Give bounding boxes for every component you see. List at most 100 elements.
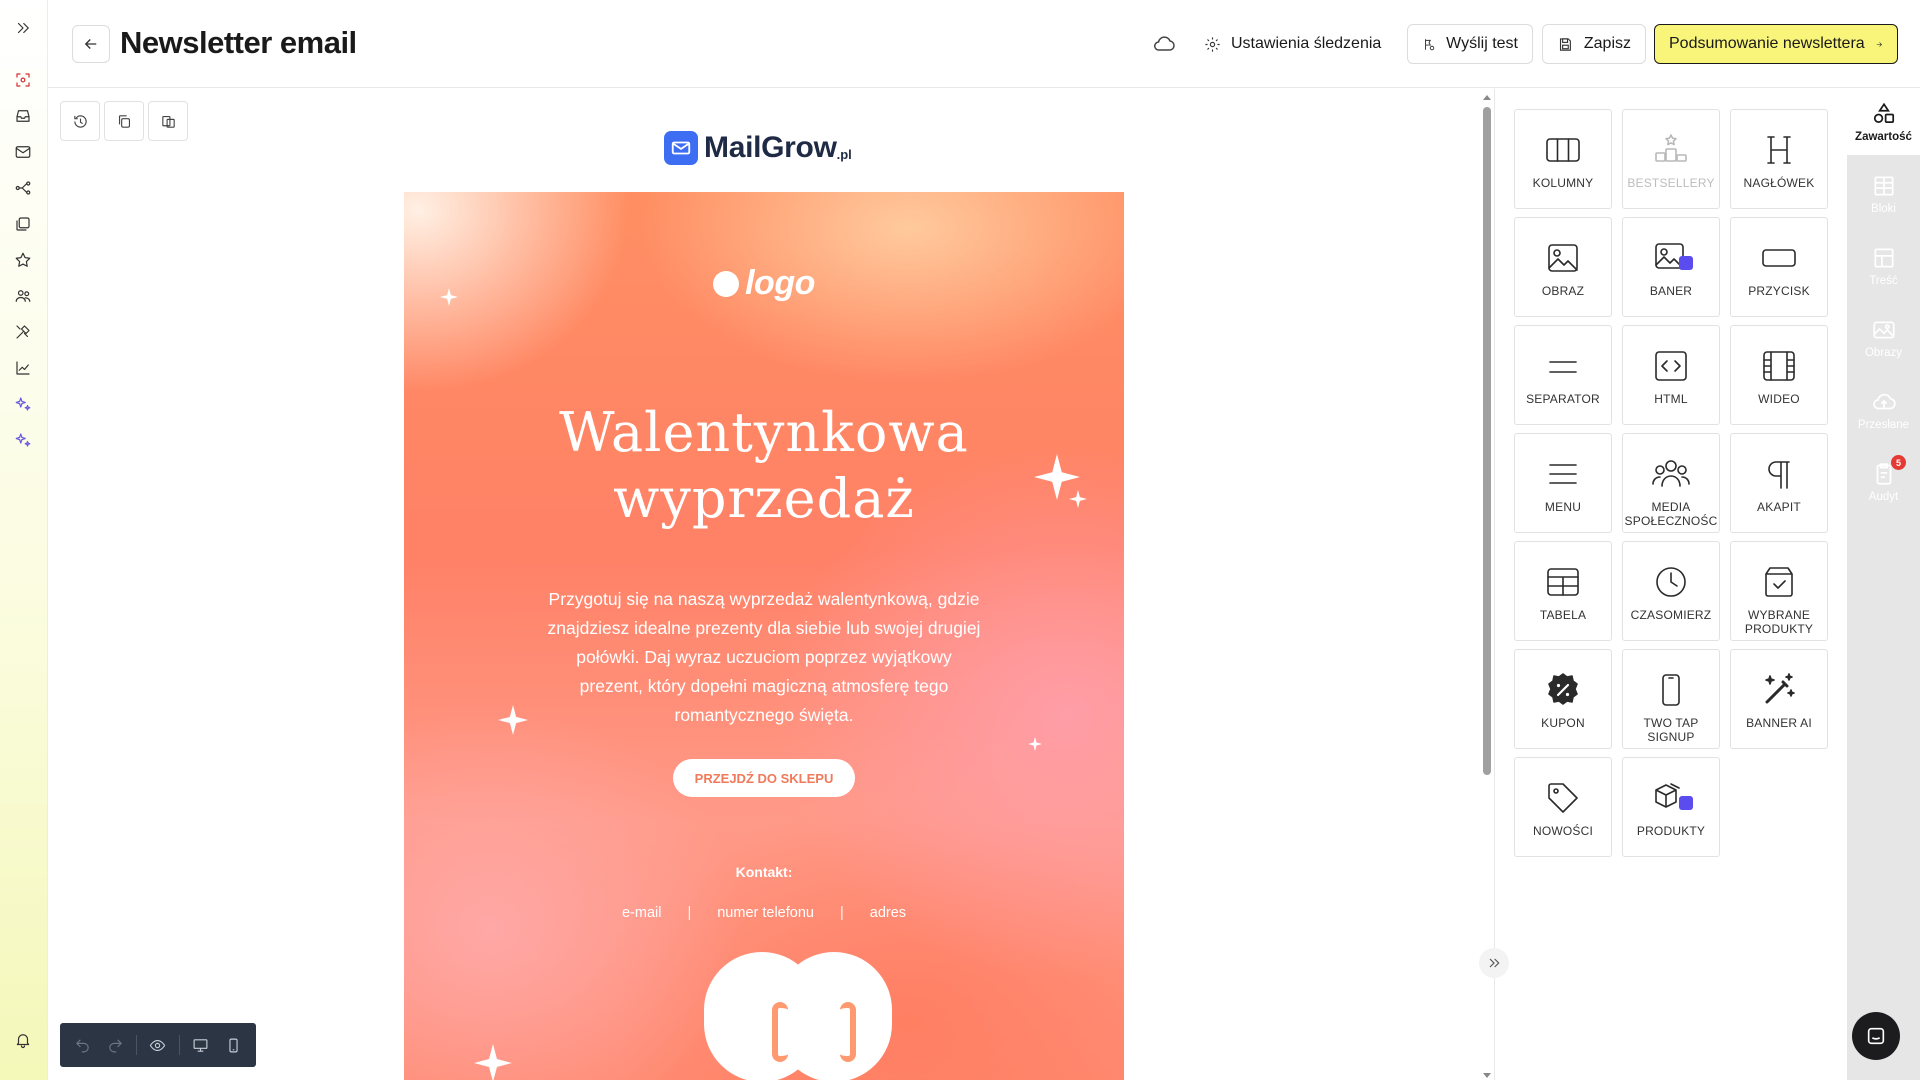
block-selected-products[interactable]: WYBRANE PRODUKTY: [1730, 541, 1828, 641]
tab-images[interactable]: Obrazy: [1847, 305, 1920, 371]
copy-button[interactable]: [104, 101, 144, 141]
block-bestsellers[interactable]: BESTSELLERY: [1622, 109, 1720, 209]
star-icon[interactable]: [12, 249, 34, 271]
block-columns[interactable]: KOLUMNY: [1514, 109, 1612, 209]
block-label: PRZYCISK: [1748, 284, 1810, 298]
block-banner[interactable]: BANER: [1622, 217, 1720, 317]
block-label: NOWOŚCI: [1532, 824, 1594, 838]
analytics-icon[interactable]: [12, 357, 34, 379]
tab-blocks[interactable]: Bloki: [1847, 161, 1920, 227]
shapes-icon: [1873, 102, 1894, 123]
phone-icon: [1662, 674, 1680, 706]
block-coupon[interactable]: KUPON: [1514, 649, 1612, 749]
block-heading[interactable]: NAGŁÓWEK: [1730, 109, 1828, 209]
scrollbar-thumb[interactable]: [1483, 107, 1491, 775]
block-new-arrivals[interactable]: NOWOŚCI: [1514, 757, 1612, 857]
redo-icon: [109, 1038, 123, 1052]
cloud-sync-icon: [1152, 32, 1176, 56]
copy-icon: [118, 114, 130, 128]
tab-label: Treść: [1869, 275, 1898, 287]
block-image[interactable]: OBRAZ: [1514, 217, 1612, 317]
block-products[interactable]: PRODUKTY: [1622, 757, 1720, 857]
chat-icon: [1867, 1027, 1885, 1045]
block-paragraph[interactable]: AKAPIT: [1730, 433, 1828, 533]
tab-text[interactable]: Treść: [1847, 233, 1920, 299]
dashboard-icon[interactable]: [12, 69, 34, 91]
block-menu[interactable]: MENU: [1514, 433, 1612, 533]
email-body-text: Przygotuj się na naszą wyprzedaż walenty…: [547, 589, 981, 725]
tab-content[interactable]: Zawartość: [1847, 89, 1920, 155]
block-banner-ai[interactable]: BANNER AI: [1730, 649, 1828, 749]
send-test-icon: [1425, 38, 1435, 50]
button-icon: [1762, 249, 1796, 267]
plus-badge-icon: [1679, 256, 1693, 270]
save-label: Zapisz: [1583, 35, 1631, 52]
video-icon: [1763, 351, 1795, 381]
block-separator[interactable]: SEPARATOR: [1514, 325, 1612, 425]
scroll-up-arrow[interactable]: [1483, 95, 1491, 100]
html-icon: [1655, 351, 1687, 381]
newsletter-summary-button[interactable]: Podsumowanie newslettera: [1654, 24, 1898, 64]
contact-email[interactable]: e-mail: [622, 905, 661, 921]
tab-label: Zawartość: [1855, 131, 1912, 143]
contact-address[interactable]: adres: [870, 905, 906, 921]
sparkle-icon: [1028, 737, 1042, 756]
preview-button[interactable]: [143, 1030, 172, 1060]
contacts-icon[interactable]: [12, 285, 34, 307]
layout-icon: [1873, 248, 1894, 268]
contact-phone[interactable]: numer telefonu: [717, 905, 814, 921]
templates-icon[interactable]: [12, 213, 34, 235]
expand-icon[interactable]: [12, 17, 34, 39]
block-label: MEDIA SPOŁECZNOŚC: [1624, 500, 1718, 528]
ai-assistant-icon[interactable]: [12, 429, 34, 451]
decorative-shape: [772, 1002, 788, 1062]
left-navigation-rail: [0, 0, 48, 1080]
send-test-button[interactable]: Wyślij test: [1407, 24, 1533, 64]
scroll-down-arrow[interactable]: [1483, 1073, 1491, 1078]
inbox-icon[interactable]: [12, 105, 34, 127]
sparkle-icon: [474, 1044, 512, 1080]
redo-button[interactable]: [101, 1030, 130, 1060]
block-two-tap-signup[interactable]: TWO TAP SIGNUP: [1622, 649, 1720, 749]
email-logo-text: logo: [745, 264, 815, 302]
mobile-view-button[interactable]: [219, 1030, 248, 1060]
block-timer[interactable]: CZASOMIERZ: [1622, 541, 1720, 641]
ai-sparkle-icon[interactable]: [12, 393, 34, 415]
collapse-panel-button[interactable]: [1479, 948, 1509, 978]
undo-button[interactable]: [68, 1030, 97, 1060]
tools-icon[interactable]: [12, 321, 34, 343]
canvas-scrollbar[interactable]: [1482, 95, 1492, 1080]
double-chevron-right-icon: [1489, 958, 1500, 968]
save-button[interactable]: Zapisz: [1542, 24, 1646, 64]
block-social-media[interactable]: MEDIA SPOŁECZNOŚC: [1622, 433, 1720, 533]
email-preview[interactable]: logo Walentynkowa wyprzedaż Przygotuj si…: [404, 192, 1124, 1080]
heading-icon: [1767, 136, 1791, 164]
block-table[interactable]: TABELA: [1514, 541, 1612, 641]
block-label: CZASOMIERZ: [1630, 608, 1712, 622]
tab-audit[interactable]: 5 Audyt: [1847, 449, 1920, 515]
brand-logo: MailGrow .pl: [664, 131, 852, 165]
block-label: KOLUMNY: [1532, 176, 1594, 190]
canvas-toolbar: [60, 101, 188, 141]
history-button[interactable]: [60, 101, 100, 141]
block-label: NAGŁÓWEK: [1743, 176, 1815, 190]
images-icon: [1872, 321, 1895, 339]
block-button[interactable]: PRZYCISK: [1730, 217, 1828, 317]
mail-icon[interactable]: [12, 141, 34, 163]
timer-icon: [1656, 567, 1686, 597]
coupon-icon: [1548, 673, 1578, 705]
automation-icon[interactable]: [12, 177, 34, 199]
desktop-view-button[interactable]: [186, 1030, 215, 1060]
send-test-label: Wyślij test: [1446, 35, 1518, 52]
tab-uploads[interactable]: Przesłane: [1847, 377, 1920, 443]
block-html[interactable]: HTML: [1622, 325, 1720, 425]
back-button[interactable]: [72, 25, 110, 63]
shop-cta-button[interactable]: PRZEJDŹ DO SKLEPU: [673, 759, 855, 797]
tracking-settings-label: Ustawienia śledzenia: [1231, 35, 1382, 52]
tracking-settings-button[interactable]: Ustawienia śledzenia: [1190, 24, 1395, 64]
bell-icon[interactable]: [12, 1029, 34, 1051]
support-chat-button[interactable]: [1852, 1012, 1900, 1060]
block-video[interactable]: WIDEO: [1730, 325, 1828, 425]
paste-button[interactable]: [148, 101, 188, 141]
block-label: BANNER AI: [1746, 716, 1812, 730]
